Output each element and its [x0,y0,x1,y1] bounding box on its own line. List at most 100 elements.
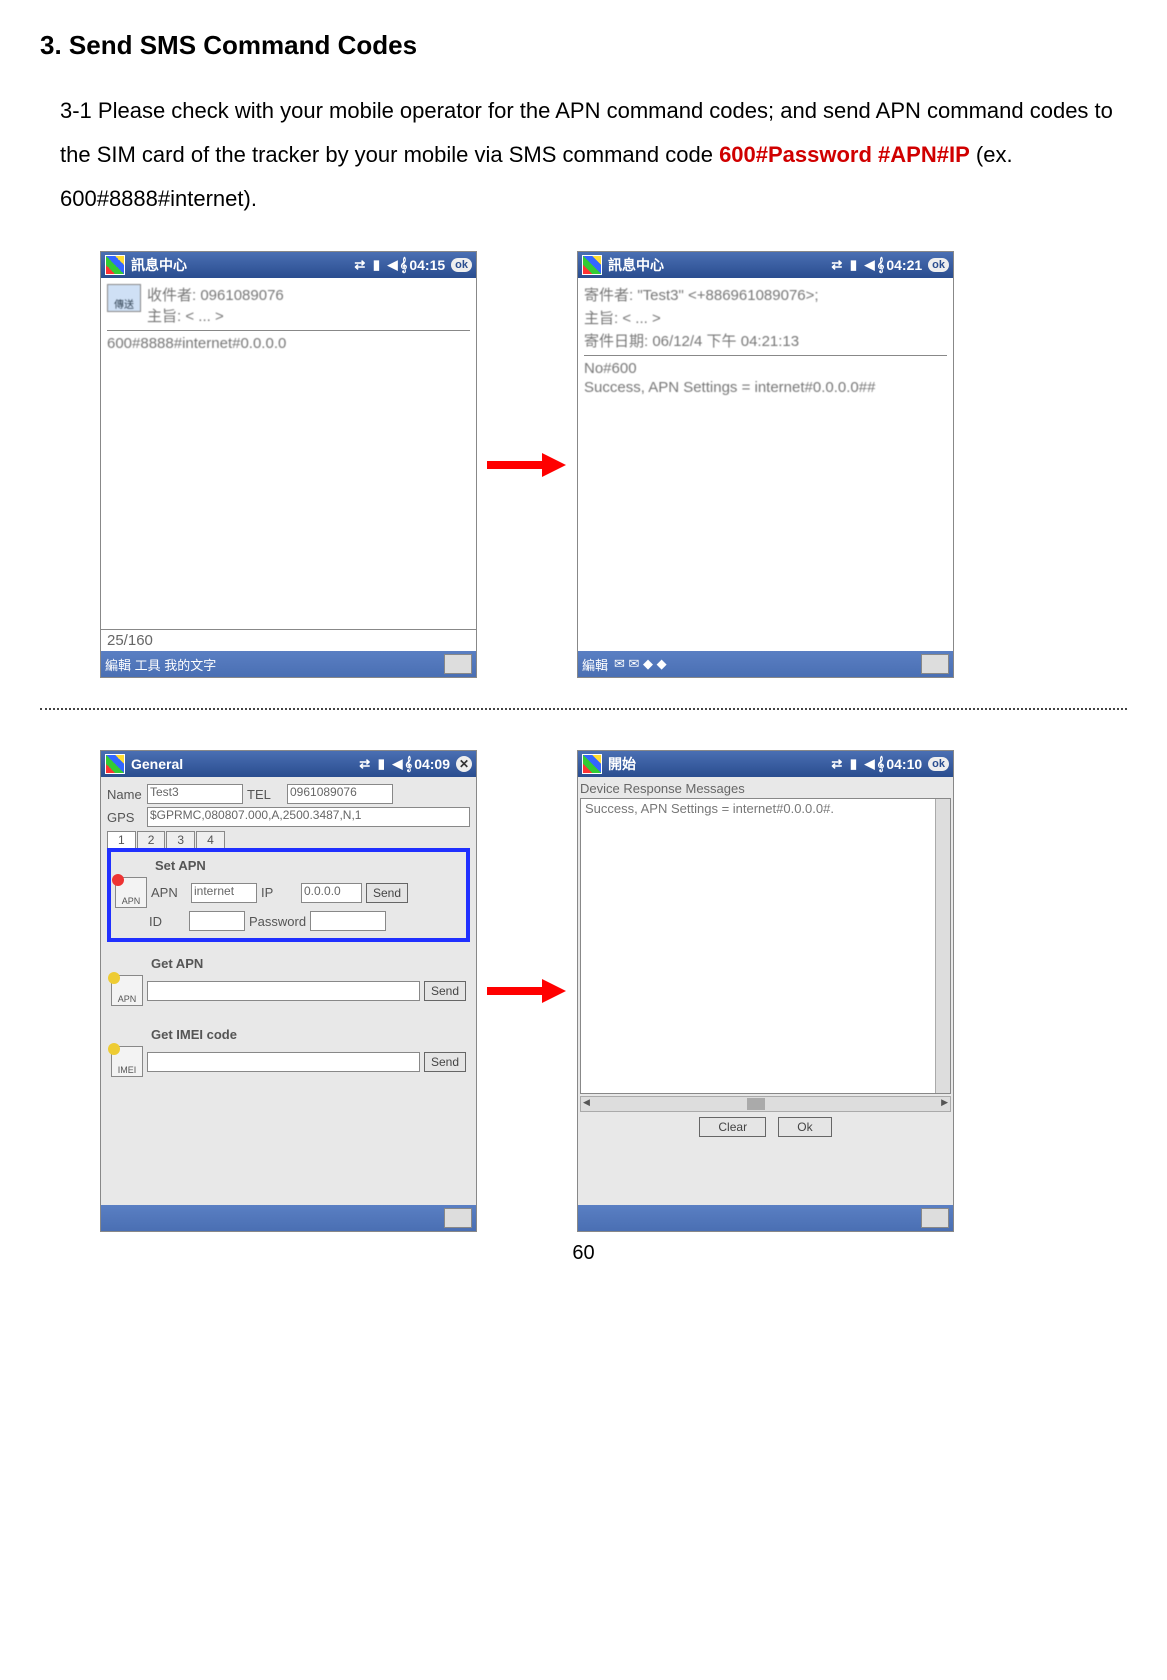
phone-compose-sms: 訊息中心 ⇄ ▮ ◀𝄞 04:15 ok 傳送 收件者: 0961089076 … [100,251,477,678]
ok-dialog-button[interactable]: Ok [778,1117,831,1137]
id-label: ID [149,914,185,929]
tab-2[interactable]: 2 [137,831,166,848]
divider-dotted [40,708,1127,710]
recipient-value[interactable]: 0961089076 [200,287,283,304]
name-input[interactable]: Test3 [147,784,243,804]
response-header: Device Response Messages [580,781,951,796]
phone-config-app: General ⇄ ▮ ◀𝄞 04:09 ✕ Name Test3 TEL 09… [100,750,477,1232]
imei-get-icon: IMEI [111,1046,143,1077]
ok-button[interactable]: ok [928,258,949,272]
sms-body-input[interactable]: 600#8888#internet#0.0.0.0 [107,335,470,352]
recipient-label: 收件者: [147,287,196,304]
tab-row: 1 2 3 4 [107,831,470,848]
tab-1[interactable]: 1 [107,831,136,848]
phone-response: 開始 ⇄ ▮ ◀𝄞 04:10 ok Device Response Messa… [577,750,954,1232]
apn-label: APN [151,885,187,900]
bottombar: 編輯 ✉ ✉ ◆ ◆ [578,651,953,677]
vertical-scrollbar[interactable] [935,799,950,1093]
get-imei-send-button[interactable]: Send [424,1052,466,1072]
subject-label: 主旨: [147,308,181,325]
password-input[interactable] [310,911,386,931]
command-code-highlight: 600#Password #APN#IP [719,142,970,167]
status-icons: ⇄ ▮ ◀𝄞 [831,257,886,273]
clock: 04:10 [886,756,922,772]
set-apn-title: Set APN [155,858,462,873]
subject-value[interactable]: < ... > [185,308,223,325]
close-button[interactable]: ✕ [456,756,472,772]
ok-button[interactable]: ok [451,258,472,272]
instruction-paragraph: 3-1 Please check with your mobile operat… [60,89,1127,221]
get-apn-title: Get APN [151,956,466,971]
subject-value: < ... > [622,310,660,327]
from-label: 寄件者: [584,287,633,304]
footer-menu[interactable]: 編輯 [582,655,608,674]
windows-flag-icon [582,754,602,774]
titlebar: 訊息中心 ⇄ ▮ ◀𝄞 04:15 ok [101,252,476,278]
date-label: 寄件日期: [584,333,648,350]
name-label: Name [107,787,143,802]
bottombar [578,1205,953,1231]
titlebar: 訊息中心 ⇄ ▮ ◀𝄞 04:21 ok [578,252,953,278]
clear-button[interactable]: Clear [699,1117,766,1137]
tel-label: TEL [247,787,283,802]
password-label: Password [249,914,306,929]
window-title: 訊息中心 [608,255,664,275]
tab-4[interactable]: 4 [196,831,225,848]
set-apn-send-button[interactable]: Send [366,883,408,903]
subject-label: 主旨: [584,310,618,327]
windows-flag-icon [105,255,125,275]
bottombar: 編輯 工具 我的文字 [101,651,476,677]
phone-received-sms: 訊息中心 ⇄ ▮ ◀𝄞 04:21 ok 寄件者: "Test3" <+8869… [577,251,954,678]
ip-input[interactable]: 0.0.0.0 [301,883,362,903]
bottombar [101,1205,476,1231]
date-value: 06/12/4 下午 04:21:13 [652,333,799,350]
window-title: General [131,756,183,772]
get-imei-output [147,1052,420,1072]
red-arrow-icon [487,981,567,1001]
get-apn-output [147,981,420,1001]
ip-label: IP [261,885,297,900]
apn-set-icon: APN [115,877,147,908]
status-icons: ⇄ ▮ ◀𝄞 [359,756,414,772]
status-icons: ⇄ ▮ ◀𝄞 [354,257,409,273]
get-apn-section: Get APN APN Send [107,950,470,1013]
keyboard-icon[interactable] [444,654,472,674]
set-apn-section-highlighted: Set APN APN APN internet IP 0.0.0.0 Send… [107,848,470,942]
titlebar: General ⇄ ▮ ◀𝄞 04:09 ✕ [101,751,476,777]
section-heading: 3. Send SMS Command Codes [40,30,1127,61]
response-line1: No#600 [584,360,947,377]
tab-3[interactable]: 3 [166,831,195,848]
window-title: 開始 [608,754,636,774]
red-arrow-icon [487,455,567,475]
windows-flag-icon [582,255,602,275]
keyboard-icon[interactable] [921,654,949,674]
screenshot-row-1: 訊息中心 ⇄ ▮ ◀𝄞 04:15 ok 傳送 收件者: 0961089076 … [100,251,1127,678]
char-counter: 25/160 [101,629,476,651]
status-icons: ⇄ ▮ ◀𝄞 [831,756,886,772]
apn-input[interactable]: internet [191,883,257,903]
windows-flag-icon [105,754,125,774]
get-apn-send-button[interactable]: Send [424,981,466,1001]
clock: 04:21 [886,257,922,273]
footer-menu[interactable]: 編輯 工具 我的文字 [105,655,216,674]
keyboard-icon[interactable] [921,1208,949,1228]
horizontal-scrollbar[interactable] [580,1096,951,1112]
response-body: Success, APN Settings = internet#0.0.0.0… [585,801,834,816]
ok-button[interactable]: ok [928,757,949,771]
titlebar: 開始 ⇄ ▮ ◀𝄞 04:10 ok [578,751,953,777]
page-number: 60 [40,1242,1127,1265]
tel-input[interactable]: 0961089076 [287,784,393,804]
get-imei-section: Get IMEI code IMEI Send [107,1021,470,1084]
apn-get-icon: APN [111,975,143,1006]
window-title: 訊息中心 [131,255,187,275]
response-line2: Success, APN Settings = internet#0.0.0.0… [584,379,947,396]
id-input[interactable] [189,911,245,931]
screenshot-row-2: General ⇄ ▮ ◀𝄞 04:09 ✕ Name Test3 TEL 09… [100,750,1127,1232]
get-imei-title: Get IMEI code [151,1027,466,1042]
send-icon[interactable]: 傳送 [107,284,141,312]
keyboard-icon[interactable] [444,1208,472,1228]
gps-label: GPS [107,810,143,825]
from-value: "Test3" <+886961089076>; [637,287,818,304]
clock: 04:09 [414,756,450,772]
gps-input[interactable]: $GPRMC,080807.000,A,2500.3487,N,1 [147,807,470,827]
